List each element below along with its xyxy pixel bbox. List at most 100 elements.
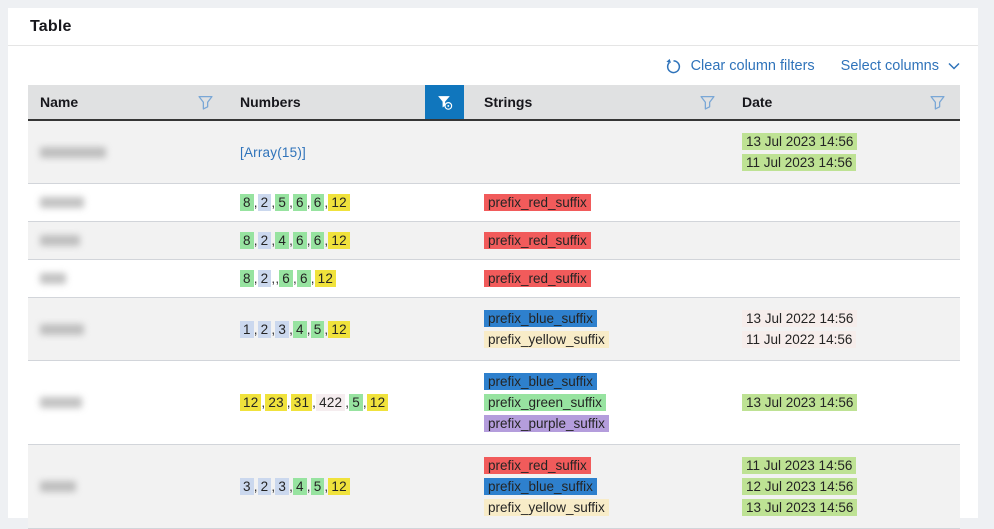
number-value: 2 — [258, 194, 272, 211]
redacted-name — [40, 324, 84, 335]
number-value: 12 — [315, 270, 336, 287]
date-value: 11 Jul 2023 14:56 — [742, 457, 856, 474]
number-value: 2 — [258, 270, 272, 287]
number-value: 8 — [240, 270, 254, 287]
filter-icon — [700, 95, 715, 110]
select-columns-label: Select columns — [841, 58, 939, 74]
array-expand-link[interactable]: [Array(15)] — [240, 145, 306, 160]
name-cell — [28, 222, 228, 260]
filter-icon — [930, 95, 945, 110]
date-value: 13 Jul 2023 14:56 — [742, 394, 857, 411]
date-cell: 11 Jul 2023 14:56 12 Jul 2023 14:56 13 Jul… — [730, 445, 960, 529]
filter-button-name[interactable] — [188, 85, 222, 119]
number-value: 12 — [367, 394, 388, 411]
clear-column-filters-button[interactable]: Clear column filters — [665, 58, 815, 75]
string-value: prefix_red_suffix — [484, 270, 591, 287]
redacted-name — [40, 147, 106, 158]
number-value: 5 — [275, 194, 289, 211]
filter-icon — [198, 95, 213, 110]
number-value: 6 — [279, 270, 293, 287]
number-value: 6 — [311, 232, 325, 249]
numbers-cell: [Array(15)] — [228, 120, 472, 184]
strings-cell: prefix_red_suffix — [472, 222, 730, 260]
number-value: 6 — [293, 194, 307, 211]
column-header-strings: Strings — [472, 85, 730, 120]
column-label-strings: Strings — [484, 94, 532, 110]
number-value: 6 — [293, 232, 307, 249]
name-cell — [28, 445, 228, 529]
card-header: Table — [8, 8, 978, 46]
number-value: 4 — [293, 478, 307, 495]
reset-icon — [665, 58, 682, 75]
number-value: 5 — [311, 321, 325, 338]
string-value: prefix_blue_suffix — [484, 373, 597, 390]
date-cell: 13 Jul 2023 14:5611 Jul 2023 14:56 — [730, 120, 960, 184]
table-header-row: NameNumbersStringsDate — [28, 85, 960, 120]
table-row: 8,2,4,6,6,12prefix_red_suffix — [28, 222, 960, 260]
date-cell — [730, 260, 960, 298]
number-value: 6 — [297, 270, 311, 287]
strings-cell: prefix_blue_suffixprefix_yellow_suffix — [472, 298, 730, 361]
card-body: Clear column filters Select columns Name… — [8, 47, 978, 529]
number-value: 3 — [275, 478, 289, 495]
name-cell — [28, 361, 228, 445]
number-value: 1 — [240, 321, 254, 338]
redacted-name — [40, 397, 82, 408]
date-cell: 13 Jul 2023 14:56 — [730, 361, 960, 445]
filter-button-strings[interactable] — [690, 85, 724, 119]
date-value: 12 Jul 2023 14:56 — [742, 478, 857, 495]
number-value: 12 — [328, 194, 349, 211]
number-value: 2 — [258, 321, 272, 338]
number-value: 5 — [311, 478, 325, 495]
strings-cell: prefix_red_suffix — [472, 184, 730, 222]
number-value: 4 — [275, 232, 289, 249]
number-value: 2 — [258, 232, 272, 249]
date-value: 13 Jul 2023 14:56 — [742, 499, 857, 516]
redacted-name — [40, 273, 66, 284]
strings-cell: prefix_blue_suffix prefix_green_suffixpre… — [472, 361, 730, 445]
string-value: prefix_purple_suffix — [484, 415, 609, 432]
table-row: 8,2,5,6,6,12 prefix_red_suffix — [28, 184, 960, 222]
number-value: 6 — [311, 194, 325, 211]
column-header-date: Date — [730, 85, 960, 120]
number-value: 3 — [275, 321, 289, 338]
numbers-cell: 8,2,,6,6,12 — [228, 260, 472, 298]
number-value: 23 — [265, 394, 286, 411]
string-value: prefix_blue_suffix — [484, 310, 597, 327]
string-value: prefix_green_suffix — [484, 394, 606, 411]
chevron-down-icon — [948, 62, 960, 70]
number-value: 12 — [328, 232, 349, 249]
number-value: 31 — [291, 394, 312, 411]
name-cell — [28, 120, 228, 184]
table-row: [Array(15)] 13 Jul 2023 14:5611 Jul 2023 … — [28, 120, 960, 184]
number-value: 5 — [349, 394, 363, 411]
string-value: prefix_red_suffix — [484, 194, 591, 211]
strings-cell — [472, 120, 730, 184]
number-value: 4 — [293, 321, 307, 338]
date-value: 13 Jul 2023 14:56 — [742, 133, 857, 150]
column-header-name: Name — [28, 85, 228, 120]
filter-button-date[interactable] — [920, 85, 954, 119]
date-value: 11 Jul 2022 14:56 — [742, 331, 856, 348]
numbers-cell: 3,2,3,4,5,12 — [228, 445, 472, 529]
number-value: 12 — [328, 478, 349, 495]
string-value: prefix_blue_suffix — [484, 478, 597, 495]
redacted-name — [40, 235, 80, 246]
numbers-cell: 8,2,4,6,6,12 — [228, 222, 472, 260]
number-value: 3 — [240, 478, 254, 495]
number-value: 8 — [240, 194, 254, 211]
select-columns-button[interactable]: Select columns — [841, 58, 960, 74]
date-cell — [730, 222, 960, 260]
numbers-cell: 8,2,5,6,6,12 — [228, 184, 472, 222]
number-value: 8 — [240, 232, 254, 249]
table-row: 12,23,31,422,5,12prefix_blue_suffixprefi… — [28, 361, 960, 445]
strings-cell: prefix_red_suffixprefix_blue_suffixprefi… — [472, 445, 730, 529]
filter-applied-icon — [436, 94, 453, 111]
name-cell — [28, 260, 228, 298]
column-label-name: Name — [40, 94, 78, 110]
numbers-cell: 1,2,3,4,5,12 — [228, 298, 472, 361]
string-value: prefix_red_suffix — [484, 457, 591, 474]
table-row: 1,2,3,4,5,12prefix_blue_suffixprefix_yel… — [28, 298, 960, 361]
date-cell — [730, 184, 960, 222]
filter-button-numbers-active[interactable] — [425, 85, 464, 119]
